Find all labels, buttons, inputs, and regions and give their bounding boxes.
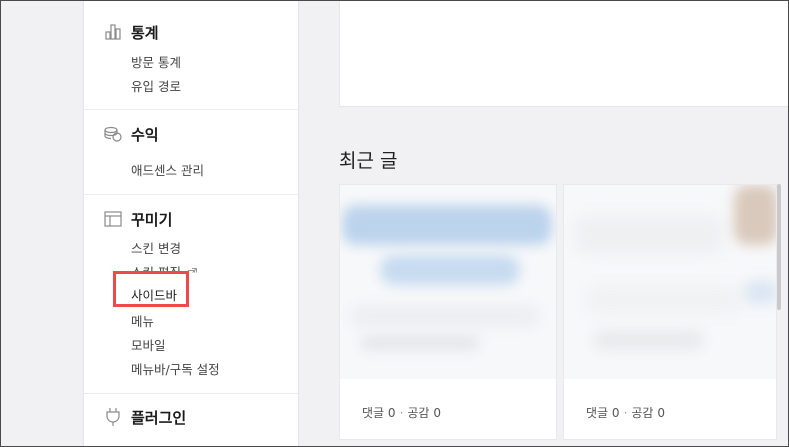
sidebar-section-decorate[interactable]: 꾸미기 bbox=[102, 207, 172, 231]
highlight-annotation-box bbox=[113, 271, 189, 307]
sidebar-section-title: 플러그인 bbox=[131, 408, 187, 427]
sidebar-section-title: 통계 bbox=[131, 23, 159, 42]
sidebar-item-menu[interactable]: 메뉴 bbox=[131, 311, 154, 330]
comments-count: 0 bbox=[611, 406, 620, 420]
section-divider bbox=[84, 109, 298, 110]
separator-dot: · bbox=[399, 406, 404, 420]
comments-label: 댓글 bbox=[362, 406, 385, 420]
coins-icon bbox=[102, 123, 124, 145]
comments-count: 0 bbox=[387, 406, 396, 420]
sidebar-item-adsense[interactable]: 애드센스 관리 bbox=[131, 160, 204, 179]
sidebar-section-title: 수익 bbox=[131, 125, 159, 144]
comments-label: 댓글 bbox=[586, 406, 609, 420]
sidebar-section-title: 꾸미기 bbox=[131, 210, 173, 229]
section-divider bbox=[84, 194, 298, 195]
likes-count: 0 bbox=[657, 406, 665, 420]
sidebar-section-plugin[interactable]: 플러그인 bbox=[102, 405, 186, 429]
sidebar-item-traffic-sources[interactable]: 유입 경로 bbox=[131, 76, 181, 95]
sidebar-item-menubar-subscribe[interactable]: 메뉴바/구독 설정 bbox=[131, 359, 220, 378]
post-thumbnail-blurred bbox=[564, 185, 776, 379]
section-divider bbox=[84, 393, 298, 394]
scrollbar[interactable] bbox=[777, 184, 781, 310]
external-link-icon bbox=[187, 268, 197, 273]
likes-label: 공감 bbox=[631, 406, 654, 420]
admin-sidebar: 통계 방문 통계 유입 경로 수익 애드센스 관리 꾸미기 스킨 변경 스킨 편… bbox=[83, 0, 299, 447]
recent-post-card[interactable]: 댓글 0 · 공감 0 bbox=[563, 184, 777, 440]
sidebar-section-revenue[interactable]: 수익 bbox=[102, 122, 159, 146]
sidebar-item-visit-stats[interactable]: 방문 통계 bbox=[131, 52, 181, 71]
likes-label: 공감 bbox=[407, 406, 430, 420]
sidebar-item-mobile[interactable]: 모바일 bbox=[131, 335, 166, 354]
likes-count: 0 bbox=[433, 406, 441, 420]
post-stats: 댓글 0 · 공감 0 bbox=[586, 404, 665, 421]
layout-icon bbox=[102, 208, 124, 230]
separator-dot: · bbox=[623, 406, 628, 420]
recent-posts-title: 최근 글 bbox=[339, 150, 398, 172]
recent-post-card[interactable]: 댓글 0 · 공감 0 bbox=[339, 184, 557, 440]
plug-icon bbox=[102, 406, 124, 428]
dashboard-top-card bbox=[339, 0, 789, 107]
sidebar-section-stats[interactable]: 통계 bbox=[102, 20, 159, 44]
post-thumbnail-blurred bbox=[340, 185, 556, 379]
post-stats: 댓글 0 · 공감 0 bbox=[362, 404, 441, 421]
sidebar-item-change-skin[interactable]: 스킨 변경 bbox=[131, 238, 181, 257]
bar-chart-icon bbox=[102, 21, 124, 43]
